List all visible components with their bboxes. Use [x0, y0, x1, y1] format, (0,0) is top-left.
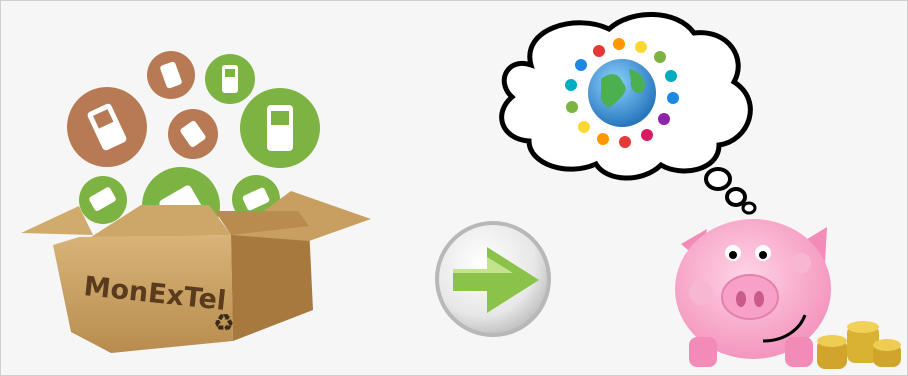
coin-stack-icon — [817, 321, 901, 369]
next-arrow-button[interactable] — [435, 221, 551, 337]
phone-icon — [67, 87, 147, 167]
recycle-icon: ♻ — [213, 309, 235, 337]
piggy-bank-icon — [675, 219, 831, 367]
cardboard-box: MonExTel ♻ — [21, 191, 371, 353]
phone-icon — [240, 88, 320, 168]
phone-icon — [79, 176, 127, 224]
illustration-svg: MonExTel ♻ — [21, 12, 901, 369]
phone-icon — [147, 51, 195, 99]
phone-icon — [168, 109, 218, 159]
phone-icon — [205, 54, 255, 104]
illustration-canvas: MonExTel ♻ — [0, 0, 908, 376]
